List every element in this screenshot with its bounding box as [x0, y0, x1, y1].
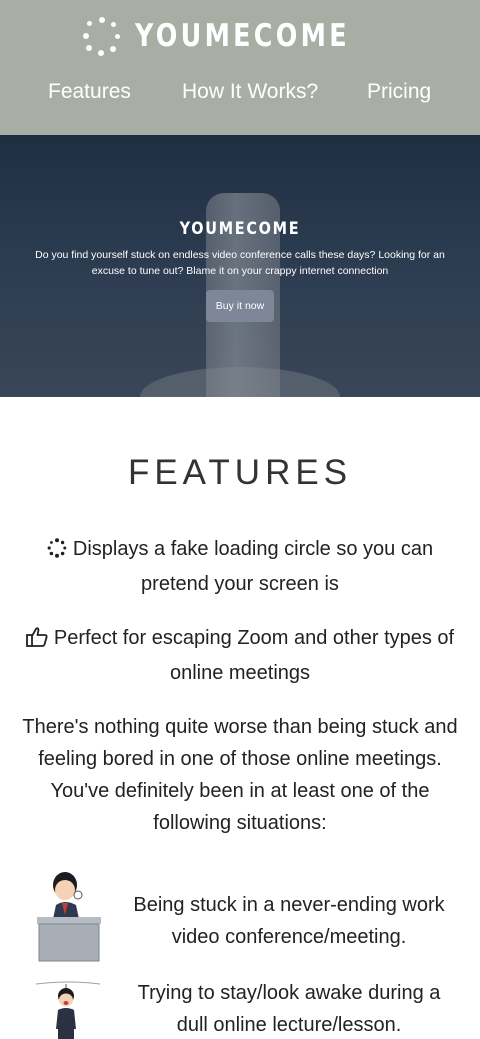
bored-office-worker-illustration: [34, 867, 104, 968]
situation-item: Trying to stay/look awake during a dull …: [0, 977, 480, 1039]
feature-item: Displays a fake loading circle so you ca…: [0, 533, 480, 600]
features-section: FEATURES Displays a fake loading circle …: [0, 397, 480, 1039]
features-title: FEATURES: [127, 453, 353, 492]
main-nav: Features How It Works? Pricing: [0, 80, 480, 116]
product-base-image: [140, 367, 340, 397]
feature-text: Perfect for escaping Zoom and other type…: [53, 627, 455, 684]
logo-text: YOUMECOME: [134, 18, 350, 54]
nav-link-how-it-works[interactable]: How It Works?: [182, 80, 318, 104]
nav-link-pricing[interactable]: Pricing: [367, 80, 431, 104]
hero-title: YOUMECOME: [179, 219, 301, 239]
nav-link-features[interactable]: Features: [48, 80, 131, 104]
hero-content: YOUMECOME Do you find yourself stuck on …: [0, 219, 480, 322]
hero-banner: YOUMECOME Do you find yourself stuck on …: [0, 135, 480, 397]
logo[interactable]: YOUMECOME: [0, 14, 480, 58]
buy-now-button[interactable]: Buy it now: [206, 290, 274, 322]
hero-description: Do you find yourself stuck on endless vi…: [35, 249, 445, 277]
situation-text: Trying to stay/look awake during a dull …: [137, 982, 441, 1036]
spinner-icon: [47, 536, 67, 568]
situation-item: Being stuck in a never-ending work video…: [0, 867, 480, 977]
feature-text: Displays a fake loading circle so you ca…: [72, 538, 434, 595]
situation-text: Being stuck in a never-ending work video…: [133, 894, 445, 948]
sleepy-student-illustration: [34, 981, 104, 1039]
feature-item: Perfect for escaping Zoom and other type…: [0, 622, 480, 689]
features-intro: There's nothing quite worse than being s…: [22, 716, 458, 834]
site-header: YOUMECOME Features How It Works? Pricing: [0, 0, 480, 135]
loading-spinner-icon: [82, 17, 121, 56]
thumbs-up-icon: [25, 625, 48, 657]
